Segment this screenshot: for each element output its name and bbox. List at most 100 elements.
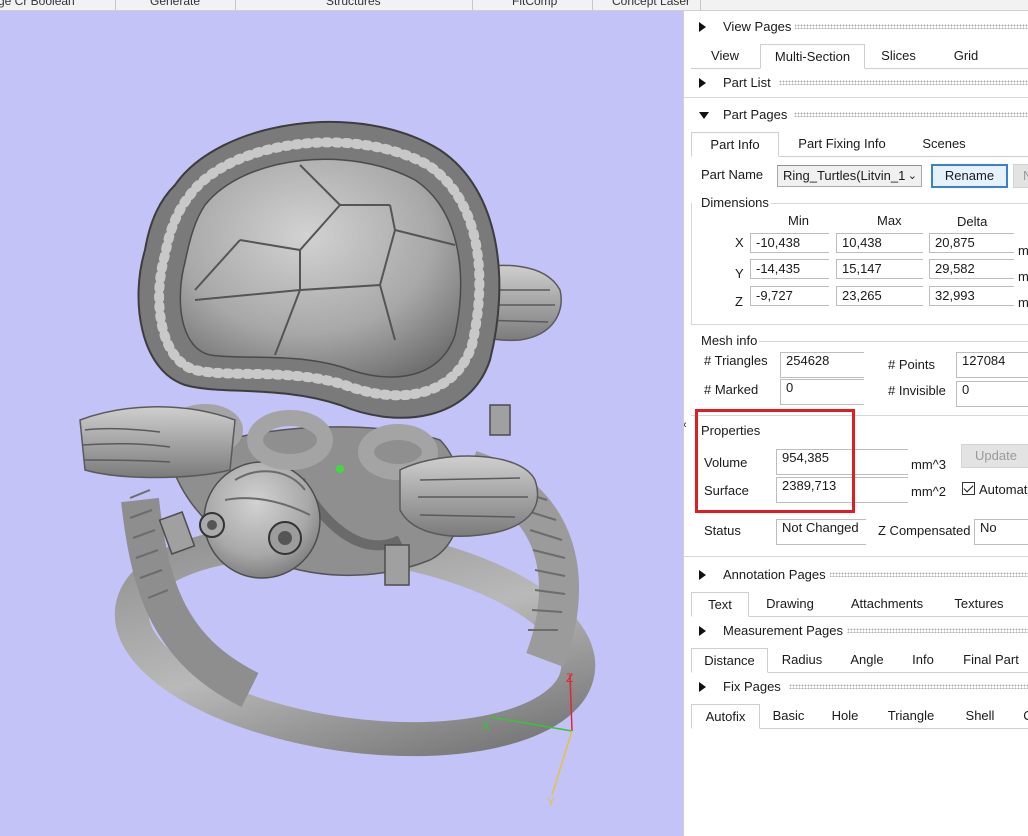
dim-z-delta[interactable]: 32,993 [929, 286, 1014, 306]
mesh-info-title: Mesh info [701, 333, 758, 348]
part-name-value: Ring_Turtles(Litvin_1 [783, 168, 906, 183]
volume-unit: mm^3 [911, 457, 946, 472]
turtle-leg-right-bottom [399, 455, 539, 537]
tab-autofix[interactable]: Autofix [691, 704, 760, 729]
update-button[interactable]: Update [961, 444, 1028, 468]
part-pages-header[interactable]: Part Pages [684, 104, 1028, 126]
menu-divider [115, 0, 116, 10]
expand-arrow-icon[interactable] [699, 570, 706, 580]
tab-part-fixing-info[interactable]: Part Fixing Info [784, 132, 900, 155]
annotation-pages-header[interactable]: Annotation Pages [684, 564, 1028, 586]
tab-grid[interactable]: Grid [936, 44, 996, 67]
dim-axis-z: Z [735, 294, 743, 309]
dim-x-max[interactable]: 10,438 [836, 233, 923, 253]
menu-item-fitcomp[interactable]: FitComp [512, 0, 557, 8]
part-list-title: Part List [723, 75, 775, 90]
points-field[interactable]: 127084 [956, 352, 1028, 378]
header-dots [844, 628, 1028, 633]
group-line [691, 324, 1028, 325]
tab-info[interactable]: Info [903, 648, 943, 671]
view-pages-tabs: View Multi-Section Slices Grid [691, 44, 1028, 69]
next-button[interactable]: N [1013, 164, 1028, 188]
part-list-header[interactable]: Part List [684, 72, 1028, 94]
dim-z-max[interactable]: 23,265 [836, 286, 923, 306]
view-pages-header[interactable]: View Pages [684, 16, 1028, 38]
header-dots [794, 24, 1028, 29]
tab-text[interactable]: Text [691, 592, 749, 617]
dim-y-unit: m [1018, 269, 1028, 284]
automatic-checkbox[interactable] [962, 482, 975, 495]
tab-distance[interactable]: Distance [691, 648, 768, 673]
tab-scenes[interactable]: Scenes [913, 132, 975, 155]
points-label: # Points [888, 357, 935, 372]
measurement-pages-tabs: Distance Radius Angle Info Final Part [691, 648, 1028, 673]
menu-divider [472, 0, 473, 10]
dim-y-min[interactable]: -14,435 [750, 259, 829, 279]
tab-view[interactable]: View [691, 44, 759, 67]
tab-textures[interactable]: Textures [943, 592, 1015, 615]
menu-item-concept-laser[interactable]: Concept Laser [612, 0, 690, 8]
collapse-arrow-icon[interactable] [699, 112, 709, 119]
tab-final-part[interactable]: Final Part [956, 648, 1026, 671]
tab-part-info[interactable]: Part Info [691, 132, 779, 157]
surface-unit: mm^2 [911, 484, 946, 499]
dim-x-delta[interactable]: 20,875 [929, 233, 1014, 253]
3d-viewport[interactable]: Z X Y [0, 11, 683, 836]
header-dots [779, 80, 1028, 85]
expand-arrow-icon[interactable] [699, 626, 706, 636]
tab-angle[interactable]: Angle [842, 648, 892, 671]
measurement-pages-title: Measurement Pages [723, 623, 847, 638]
part-pages-tabs: Part Info Part Fixing Info Scenes [691, 132, 1028, 157]
splitter-handle-icon[interactable]: ‹ [684, 419, 687, 431]
status-field[interactable]: Not Changed [776, 519, 866, 545]
dim-y-delta[interactable]: 29,582 [929, 259, 1014, 279]
rename-button[interactable]: Rename [931, 164, 1008, 188]
properties-highlight-box [695, 409, 855, 513]
dim-z-min[interactable]: -9,727 [750, 286, 829, 306]
fix-pages-header[interactable]: Fix Pages [684, 676, 1028, 698]
group-line [691, 203, 692, 325]
collapse-arrow-icon[interactable] [699, 22, 706, 32]
tab-radius[interactable]: Radius [777, 648, 827, 671]
triangles-label: # Triangles [704, 353, 768, 368]
axis-z-label: Z [566, 671, 573, 685]
fix-pages-title: Fix Pages [723, 679, 785, 694]
axis-y-label: Y [547, 795, 555, 809]
z-compensated-field[interactable]: No [974, 519, 1028, 545]
part-name-dropdown[interactable]: Ring_Turtles(Litvin_1 ⌄ [777, 165, 922, 187]
dim-z-unit: m [1018, 295, 1028, 310]
tab-hole[interactable]: Hole [825, 704, 865, 727]
turtle-shell [137, 120, 501, 419]
marked-label: # Marked [704, 382, 759, 397]
menu-item-boolean[interactable]: ge Cr Boolean [0, 0, 75, 8]
tab-attachments[interactable]: Attachments [837, 592, 937, 615]
triangles-field[interactable]: 254628 [780, 352, 864, 378]
dim-header-min: Min [788, 213, 809, 228]
group-line [759, 341, 1028, 342]
divider [684, 97, 1028, 98]
tab-drawing[interactable]: Drawing [755, 592, 825, 615]
pivot-point [336, 465, 344, 473]
dim-x-min[interactable]: -10,438 [750, 233, 829, 253]
chevron-down-icon: ⌄ [907, 170, 917, 182]
tab-slices[interactable]: Slices [866, 44, 931, 67]
dim-axis-y: Y [735, 266, 744, 281]
annotation-pages-tabs: Text Drawing Attachments Textures [691, 592, 1028, 617]
tab-partial[interactable]: C [1022, 704, 1028, 727]
dim-axis-x: X [735, 235, 744, 250]
automatic-label: Automat [979, 482, 1028, 497]
invisible-field[interactable]: 0 [956, 381, 1028, 407]
tab-basic[interactable]: Basic [766, 704, 811, 727]
expand-arrow-icon[interactable] [699, 78, 706, 88]
menu-item-structures[interactable]: Structures [326, 0, 381, 8]
tab-shell[interactable]: Shell [961, 704, 999, 727]
marked-field[interactable]: 0 [780, 379, 864, 405]
header-dots [829, 572, 1028, 577]
menu-item-generate[interactable]: Generate [150, 0, 200, 8]
header-dots [794, 112, 1028, 117]
dim-y-max[interactable]: 15,147 [836, 259, 923, 279]
tab-triangle[interactable]: Triangle [881, 704, 941, 727]
expand-arrow-icon[interactable] [699, 682, 706, 692]
tab-multi-section[interactable]: Multi-Section [760, 44, 865, 69]
measurement-pages-header[interactable]: Measurement Pages [684, 620, 1028, 642]
